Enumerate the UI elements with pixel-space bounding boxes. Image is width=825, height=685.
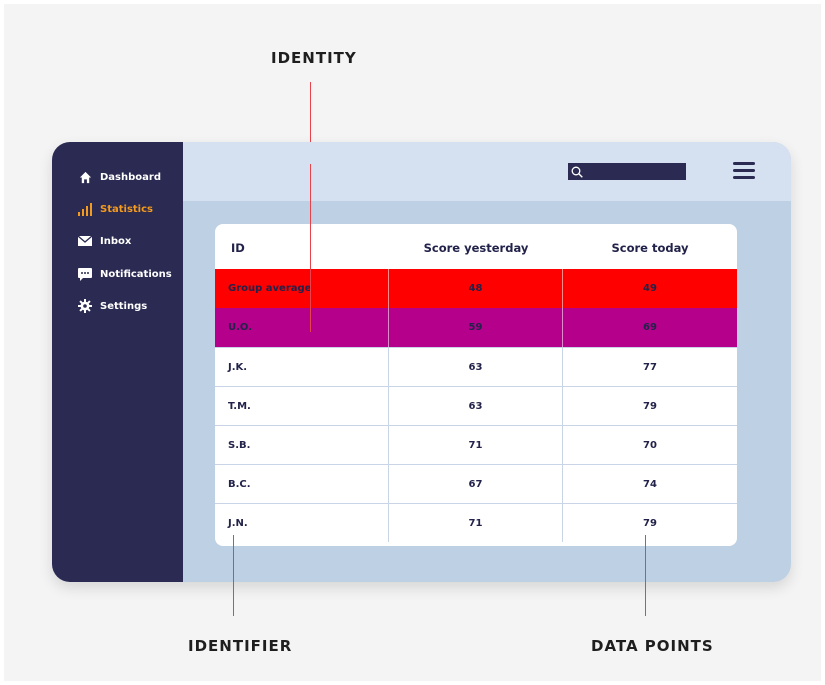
cell-score-yesterday: 63	[389, 348, 563, 386]
sidebar-item-label: Notifications	[100, 268, 172, 280]
cell-score-yesterday: 71	[389, 504, 563, 542]
table-row-group-average: Group average 48 49	[215, 269, 737, 308]
sidebar-item-notifications[interactable]: Notifications	[77, 264, 172, 284]
table-header-row: ID Score yesterday Score today	[215, 228, 737, 267]
scores-table: ID Score yesterday Score today Group ave…	[215, 224, 737, 546]
cell-score-today: 77	[643, 361, 657, 373]
table-row: J.N. 71 79	[215, 503, 737, 542]
cell-score-yesterday: 48	[389, 269, 563, 308]
annotation-data-points-line	[645, 535, 646, 616]
cell-score-today: 70	[643, 439, 657, 451]
cell-score-yesterday: 71	[389, 426, 563, 464]
gear-icon	[77, 298, 93, 314]
column-header-score-today: Score today	[611, 240, 689, 255]
annotation-identifier-line	[233, 535, 234, 616]
top-bar	[183, 142, 791, 201]
annotation-identity: IDENTITY	[271, 49, 357, 67]
cell-id: J.K.	[215, 348, 389, 386]
search-input[interactable]	[586, 166, 681, 177]
table-row-highlighted: U.O. 59 69	[215, 308, 737, 347]
table-row: T.M. 63 79	[215, 386, 737, 425]
annotation-identity-line-overlay	[310, 164, 311, 332]
column-header-score-yesterday: Score yesterday	[423, 240, 529, 255]
search-icon	[571, 166, 583, 178]
table-row: S.B. 71 70	[215, 425, 737, 464]
annotation-identifier: IDENTIFIER	[188, 637, 293, 655]
sidebar-item-label: Settings	[100, 300, 148, 312]
cell-id: T.M.	[215, 387, 389, 425]
sidebar-item-inbox[interactable]: Inbox	[77, 231, 131, 251]
bar-chart-icon	[77, 201, 93, 217]
cell-score-yesterday: 59	[389, 308, 563, 347]
cell-score-today: 49	[643, 283, 657, 294]
cell-score-today: 74	[643, 478, 657, 490]
table-row: J.K. 63 77	[215, 347, 737, 386]
cell-score-yesterday: 63	[389, 387, 563, 425]
home-icon	[77, 169, 93, 185]
search-bar[interactable]	[568, 163, 686, 180]
cell-score-today: 79	[643, 400, 657, 412]
sidebar-item-label: Inbox	[100, 235, 132, 247]
cell-id: Group average	[215, 269, 389, 308]
sidebar-item-dashboard[interactable]: Dashboard	[77, 167, 161, 187]
app-window: Dashboard Statistics Inbox Notifications	[52, 142, 791, 582]
sidebar-item-label: Statistics	[100, 203, 153, 215]
sidebar-item-statistics[interactable]: Statistics	[77, 199, 153, 219]
hamburger-menu-icon[interactable]	[733, 162, 755, 180]
sidebar-item-label: Dashboard	[100, 171, 161, 183]
sidebar-item-settings[interactable]: Settings	[77, 296, 147, 316]
cell-score-yesterday: 67	[389, 465, 563, 503]
mail-icon	[77, 233, 93, 249]
chat-bubble-icon	[77, 266, 93, 282]
sidebar: Dashboard Statistics Inbox Notifications	[52, 142, 183, 582]
cell-id: U.O.	[215, 308, 389, 347]
cell-score-today: 69	[643, 322, 657, 333]
cell-id: J.N.	[215, 504, 389, 542]
page-background: IDENTITY Dashboard Statistics Inbox Noti…	[4, 4, 821, 681]
cell-id: B.C.	[215, 465, 389, 503]
column-header-id: ID	[231, 240, 245, 255]
cell-id: S.B.	[215, 426, 389, 464]
table-row: B.C. 67 74	[215, 464, 737, 503]
cell-score-today: 79	[643, 517, 657, 529]
annotation-data-points: DATA POINTS	[591, 637, 714, 655]
